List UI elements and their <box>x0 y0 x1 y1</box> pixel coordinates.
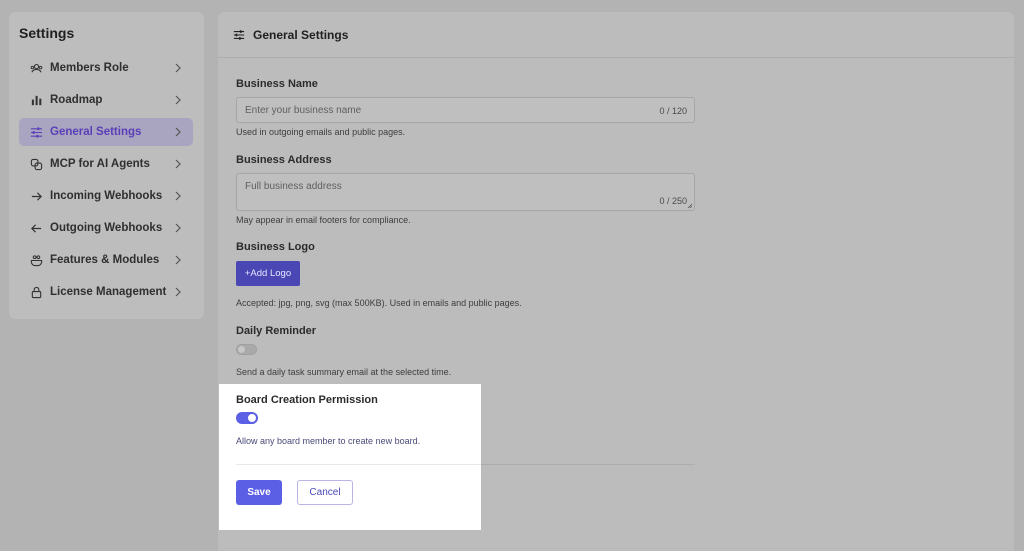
sidebar-title: Settings <box>19 25 75 41</box>
sidebar-item-incoming-webhooks[interactable]: Incoming Webhooks <box>19 182 193 210</box>
business-name-label: Business Name <box>236 78 318 90</box>
sidebar-item-roadmap[interactable]: Roadmap <box>19 86 193 114</box>
sidebar-item-license-management[interactable]: License Management <box>19 278 193 306</box>
toggle-knob <box>248 414 256 422</box>
sidebar-item-features-modules[interactable]: Features & Modules <box>19 246 193 274</box>
chevron-right-icon <box>175 63 181 73</box>
sidebar-item-label: General Settings <box>50 126 142 138</box>
daily-reminder-label: Daily Reminder <box>236 325 317 337</box>
panel-header: General Settings <box>218 12 1014 58</box>
resize-handle-icon[interactable] <box>687 203 693 209</box>
sliders-icon <box>29 125 43 139</box>
chevron-right-icon <box>175 223 181 233</box>
business-address-textarea[interactable]: Full business address 0 / 250 <box>236 173 695 211</box>
modules-icon <box>29 253 43 267</box>
section-divider <box>481 464 695 465</box>
chevron-right-icon <box>175 255 181 265</box>
lock-icon <box>29 285 43 299</box>
sidebar-item-label: MCP for AI Agents <box>50 158 150 170</box>
sidebar-item-label: Roadmap <box>50 94 103 106</box>
sidebar-item-label: Features & Modules <box>50 254 160 266</box>
board-permission-section: Board Creation Permission Allow any boar… <box>219 384 481 530</box>
business-logo-label: Business Logo <box>236 241 315 253</box>
add-logo-button[interactable]: +Add Logo <box>236 261 300 286</box>
bar-chart-icon <box>29 93 43 107</box>
chevron-right-icon <box>175 95 181 105</box>
page-title: General Settings <box>253 27 349 42</box>
daily-reminder-toggle[interactable] <box>236 344 257 355</box>
sidebar-item-mcp-ai-agents[interactable]: MCP for AI Agents <box>19 150 193 178</box>
toggle-knob <box>238 346 245 353</box>
sidebar-item-label: License Management <box>50 286 167 298</box>
business-name-placeholder: Enter your business name <box>245 105 362 116</box>
business-address-char-count: 0 / 250 <box>659 196 687 206</box>
daily-reminder-hint: Send a daily task summary email at the s… <box>236 367 452 377</box>
chevron-right-icon <box>175 191 181 201</box>
board-permission-label: Board Creation Permission <box>236 394 378 406</box>
section-divider <box>236 464 481 465</box>
chevron-right-icon <box>175 127 181 137</box>
save-button[interactable]: Save <box>236 480 282 505</box>
business-logo-hint: Accepted: jpg, png, svg (max 500KB). Use… <box>236 298 522 308</box>
board-permission-hint: Allow any board member to create new boa… <box>236 436 421 446</box>
arrow-left-icon <box>29 221 43 235</box>
sidebar-item-label: Members Role <box>50 62 129 74</box>
business-name-input[interactable]: Enter your business name 0 / 120 <box>236 97 695 123</box>
members-icon <box>29 61 43 75</box>
business-address-placeholder: Full business address <box>245 181 342 192</box>
sidebar-item-label: Outgoing Webhooks <box>50 222 163 234</box>
chevron-right-icon <box>175 287 181 297</box>
business-name-hint: Used in outgoing emails and public pages… <box>236 127 406 137</box>
business-name-char-count: 0 / 120 <box>659 106 687 116</box>
sidebar-item-outgoing-webhooks[interactable]: Outgoing Webhooks <box>19 214 193 242</box>
arrow-right-icon <box>29 189 43 203</box>
sidebar-item-label: Incoming Webhooks <box>50 190 163 202</box>
business-address-hint: May appear in email footers for complian… <box>236 215 411 225</box>
sidebar-item-general-settings[interactable]: General Settings <box>19 118 193 146</box>
sidebar-item-members-role[interactable]: Members Role <box>19 54 193 82</box>
business-address-label: Business Address <box>236 154 332 166</box>
chevron-right-icon <box>175 159 181 169</box>
board-permission-toggle[interactable] <box>236 412 258 424</box>
settings-sidebar: Settings Members Role Roadmap General Se… <box>9 12 204 319</box>
mcp-icon <box>29 157 43 171</box>
cancel-button[interactable]: Cancel <box>297 480 353 505</box>
sliders-icon <box>233 29 245 40</box>
